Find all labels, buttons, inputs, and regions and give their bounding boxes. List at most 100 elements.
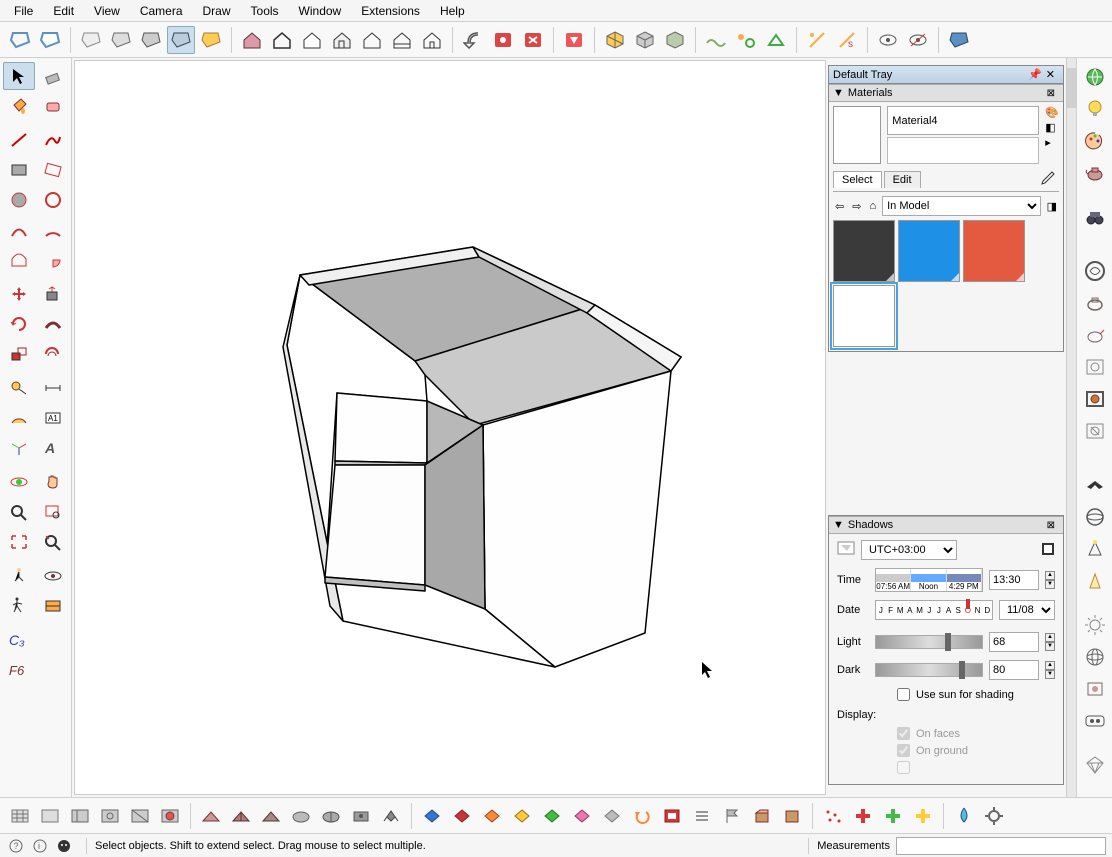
box-open-icon[interactable]	[748, 802, 776, 830]
show-shadows-icon[interactable]	[837, 541, 855, 560]
rotated-rect-icon[interactable]	[37, 156, 69, 184]
date-input[interactable]: 11/08	[999, 600, 1055, 620]
status-icon-1[interactable]: ?	[6, 836, 26, 856]
plugin-f6-icon[interactable]: F6	[3, 656, 35, 684]
select-tool-icon[interactable]	[3, 62, 35, 90]
diamond-blue-icon[interactable]	[418, 802, 446, 830]
render1-icon[interactable]	[1080, 256, 1110, 286]
roof4-icon[interactable]	[287, 802, 315, 830]
red-square-icon[interactable]	[658, 802, 686, 830]
status-icon-3[interactable]	[54, 836, 74, 856]
light-slider[interactable]	[875, 635, 983, 649]
roof7-icon[interactable]	[377, 802, 405, 830]
menu-tools[interactable]: Tools	[241, 1, 289, 21]
zoom-tool-icon[interactable]	[3, 498, 35, 526]
menu-file[interactable]: File	[4, 1, 43, 21]
nav-fwd-icon[interactable]: ⇨	[850, 200, 863, 213]
menu-view[interactable]: View	[84, 1, 130, 21]
plugin-c3-icon[interactable]: C₃	[3, 626, 35, 654]
palette-icon[interactable]	[1080, 126, 1110, 156]
tape-tool-icon[interactable]	[3, 374, 35, 402]
lightbulb-icon[interactable]	[1080, 94, 1110, 124]
move-tool-icon[interactable]	[3, 280, 35, 308]
walk-icon[interactable]	[3, 592, 35, 620]
shadow-settings-icon[interactable]	[1041, 542, 1055, 559]
bottom-grid3-icon[interactable]	[66, 802, 94, 830]
diamond-red-icon[interactable]	[448, 802, 476, 830]
measurements-input[interactable]	[896, 837, 1106, 855]
render-frame1-icon[interactable]	[1080, 352, 1110, 382]
pin-icon[interactable]: 📌	[1028, 68, 1042, 81]
paint-bucket-icon[interactable]	[3, 92, 35, 120]
menu-draw[interactable]: Draw	[193, 1, 241, 21]
nav-back-icon[interactable]: ⇦	[833, 200, 846, 213]
render2-icon[interactable]	[1080, 288, 1110, 318]
circle-tool-icon[interactable]	[3, 186, 35, 214]
swatch-white[interactable]	[833, 285, 895, 347]
close-icon[interactable]: ✕	[1042, 68, 1059, 81]
nav-home-icon[interactable]: ⌂	[867, 200, 878, 212]
dark-slider[interactable]	[875, 663, 983, 677]
plugin-red3-icon[interactable]	[560, 26, 588, 54]
style-shaded-textures-icon[interactable]	[167, 26, 195, 54]
house-6-icon[interactable]	[388, 26, 416, 54]
zoom-window-icon[interactable]	[37, 498, 69, 526]
render-frame2-icon[interactable]	[1080, 384, 1110, 414]
style-hidden-icon[interactable]	[36, 26, 64, 54]
zoom-extents-icon[interactable]	[3, 528, 35, 556]
eye1-icon[interactable]	[874, 26, 902, 54]
render3-icon[interactable]	[1080, 320, 1110, 350]
diamond-green-icon[interactable]	[538, 802, 566, 830]
previous-view-icon[interactable]	[37, 528, 69, 556]
bottom-grid5-icon[interactable]	[126, 802, 154, 830]
globe2-icon[interactable]	[1080, 642, 1110, 672]
tab-select[interactable]: Select	[833, 171, 882, 188]
pie-icon[interactable]	[37, 246, 69, 274]
bottom-grid4-icon[interactable]	[96, 802, 124, 830]
text-tool-icon[interactable]: A1	[37, 404, 69, 432]
lines-icon[interactable]	[688, 802, 716, 830]
house-7-icon[interactable]	[418, 26, 446, 54]
isocube1-icon[interactable]	[601, 26, 629, 54]
light-input[interactable]	[989, 632, 1039, 652]
isocube2-icon[interactable]	[631, 26, 659, 54]
dots-icon[interactable]	[819, 802, 847, 830]
status-icon-2[interactable]: i	[30, 836, 50, 856]
style-shaded3-icon[interactable]	[137, 26, 165, 54]
swatch-dark[interactable]	[833, 220, 895, 282]
dimension-tool-icon[interactable]	[37, 374, 69, 402]
undo-arrow-icon[interactable]	[459, 26, 487, 54]
eye2-icon[interactable]	[904, 26, 932, 54]
roof2-icon[interactable]	[227, 802, 255, 830]
warehouse-icon[interactable]	[1080, 62, 1110, 92]
line-tool-icon[interactable]	[3, 126, 35, 154]
sun-on-icon[interactable]	[803, 26, 831, 54]
spot-light-icon[interactable]	[1080, 566, 1110, 596]
time-spinner[interactable]: ▲▼	[1045, 571, 1055, 589]
orbit-tool-icon[interactable]	[3, 468, 35, 496]
materials-panel-header[interactable]: ▼ Materials ⊠	[829, 84, 1063, 102]
cone-light-icon[interactable]	[1080, 534, 1110, 564]
rectangle-tool-icon[interactable]	[3, 156, 35, 184]
library-menu-icon[interactable]: ◨	[1045, 200, 1059, 213]
house-4-icon[interactable]	[328, 26, 356, 54]
panel-close-icon[interactable]: ⊠	[1043, 88, 1059, 99]
sandbox2-icon[interactable]	[732, 26, 760, 54]
house-1-icon[interactable]	[238, 26, 266, 54]
arc1-icon[interactable]	[3, 216, 35, 244]
menu-help[interactable]: Help	[430, 1, 475, 21]
section-icon[interactable]	[37, 592, 69, 620]
menu-window[interactable]: Window	[289, 1, 352, 21]
diamond-grey-icon[interactable]	[598, 802, 626, 830]
timezone-select[interactable]: UTC+03:00	[861, 540, 957, 560]
plugin-red1-icon[interactable]	[489, 26, 517, 54]
panel-close-icon[interactable]: ⊠	[1043, 520, 1059, 531]
style-shaded2-icon[interactable]	[107, 26, 135, 54]
swatch-blue[interactable]	[898, 220, 960, 282]
use-sun-checkbox[interactable]	[897, 688, 910, 701]
material-edit-icon[interactable]	[1080, 674, 1110, 704]
followme-icon[interactable]	[37, 310, 69, 338]
look-around-icon[interactable]	[37, 562, 69, 590]
3dtext-icon[interactable]: A	[37, 434, 69, 462]
plugin-red2-icon[interactable]	[519, 26, 547, 54]
